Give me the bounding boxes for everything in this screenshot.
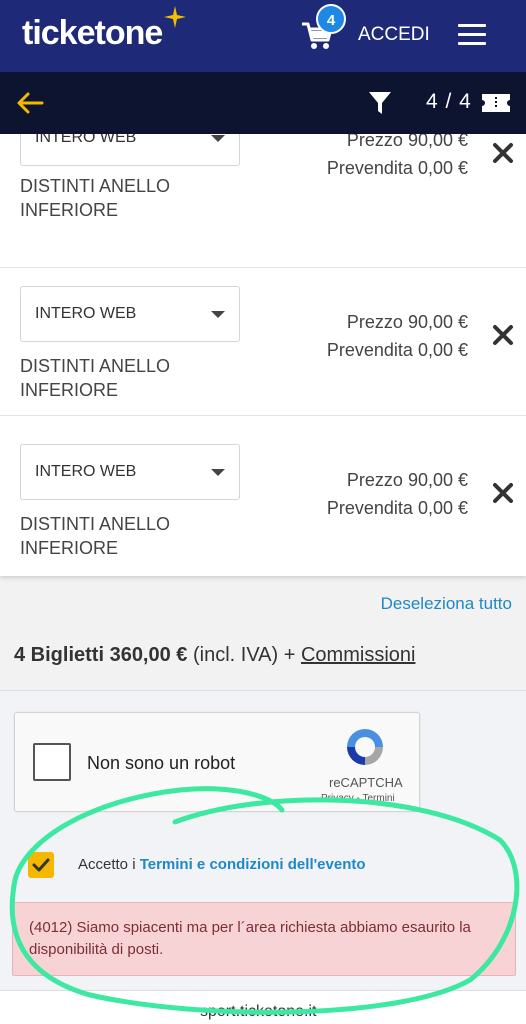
presale-value: Prevendita 0,00 € <box>326 158 468 178</box>
selection-navbar: 4 / 4 <box>0 72 526 134</box>
footer-site-link[interactable]: sport.ticketone.it <box>200 1003 317 1021</box>
terms-link[interactable]: Termini e condizioni dell'evento <box>140 856 366 873</box>
ticket-type-value: INTERO WEB <box>35 134 137 146</box>
hamburger-menu-icon[interactable] <box>458 24 486 46</box>
ticket-type-select[interactable]: INTERO WEB <box>20 134 240 166</box>
recaptcha-checkbox[interactable] <box>33 743 71 781</box>
ticket-type-value: INTERO WEB <box>35 305 137 322</box>
terms-checkbox[interactable] <box>28 852 54 878</box>
price-value: Prezzo 90,00 € <box>346 470 468 490</box>
price-value: Prezzo 90,00 € <box>346 312 468 332</box>
ticket-row: INTERO WEB DISTINTI ANELLO INFERIORE Pre… <box>0 258 526 416</box>
top-header: ticketone 4 ACCEDI <box>0 0 526 72</box>
ticket-type-value: INTERO WEB <box>35 463 137 480</box>
login-link[interactable]: ACCEDI <box>358 24 430 46</box>
ticket-type-select[interactable]: INTERO WEB <box>20 444 240 500</box>
recaptcha-logo-icon <box>347 729 383 765</box>
back-arrow-icon[interactable] <box>16 88 44 118</box>
recaptcha-privacy-terms-link[interactable]: Privacy - Termini <box>321 793 395 804</box>
error-alert: (4012) Siamo spiacenti ma per l´area ric… <box>12 902 516 976</box>
terms-prefix: Accetto i <box>78 856 136 873</box>
cart-count-badge[interactable]: 4 <box>316 4 346 34</box>
order-summary: 4 Biglietti 360,00 € (incl. IVA) + Commi… <box>14 644 415 667</box>
ticket-row: INTERO WEB DISTINTI ANELLO INFERIORE Pre… <box>0 134 526 268</box>
sector-label: DISTINTI ANELLO INFERIORE <box>20 176 171 220</box>
error-message: (4012) Siamo spiacenti ma per l´area ric… <box>29 919 471 958</box>
presale-value: Prevendita 0,00 € <box>326 498 468 518</box>
chevron-down-icon <box>211 135 225 142</box>
footer: sport.ticketone.it <box>0 990 526 1024</box>
recaptcha-label: Non sono un robot <box>87 753 236 773</box>
presale-value: Prevendita 0,00 € <box>326 340 468 360</box>
close-icon[interactable] <box>492 482 514 504</box>
price-block: Prezzo 90,00 € Prevendita 0,00 € <box>327 134 468 182</box>
ticket-counter: 4 / 4 <box>426 90 472 113</box>
ticketone-logo[interactable]: ticketone <box>22 14 163 53</box>
logo-star-icon <box>164 6 186 28</box>
sector-label: DISTINTI ANELLO INFERIORE <box>20 514 171 558</box>
ticket-row: INTERO WEB DISTINTI ANELLO INFERIORE Pre… <box>0 416 526 574</box>
price-value: Prezzo 90,00 € <box>346 134 468 150</box>
close-icon[interactable] <box>492 324 514 346</box>
ticket-type-select[interactable]: INTERO WEB <box>20 286 240 342</box>
terms-text: Accetto i Termini e condizioni dell'even… <box>78 856 366 873</box>
chevron-down-icon <box>211 311 225 318</box>
price-block: Prezzo 90,00 € Prevendita 0,00 € <box>327 466 468 522</box>
chevron-down-icon <box>211 469 225 476</box>
commissions-link[interactable]: Commissioni <box>301 644 415 666</box>
checkmark-icon <box>32 858 50 872</box>
filter-icon[interactable] <box>368 90 392 116</box>
ticket-list: INTERO WEB DISTINTI ANELLO INFERIORE Pre… <box>0 134 526 576</box>
recaptcha-brand: reCAPTCHA <box>329 775 403 790</box>
sector-label: DISTINTI ANELLO INFERIORE <box>20 356 171 400</box>
recaptcha-widget: Non sono un robot reCAPTCHA Privacy - Te… <box>14 712 420 812</box>
ticket-icon[interactable] <box>482 92 510 114</box>
deselect-all-link[interactable]: Deseleziona tutto <box>381 594 512 614</box>
total-tickets: 4 Biglietti 360,00 € <box>14 644 188 666</box>
close-icon[interactable] <box>492 142 514 164</box>
vat-note: (incl. IVA) + <box>192 644 296 666</box>
price-block: Prezzo 90,00 € Prevendita 0,00 € <box>327 308 468 364</box>
